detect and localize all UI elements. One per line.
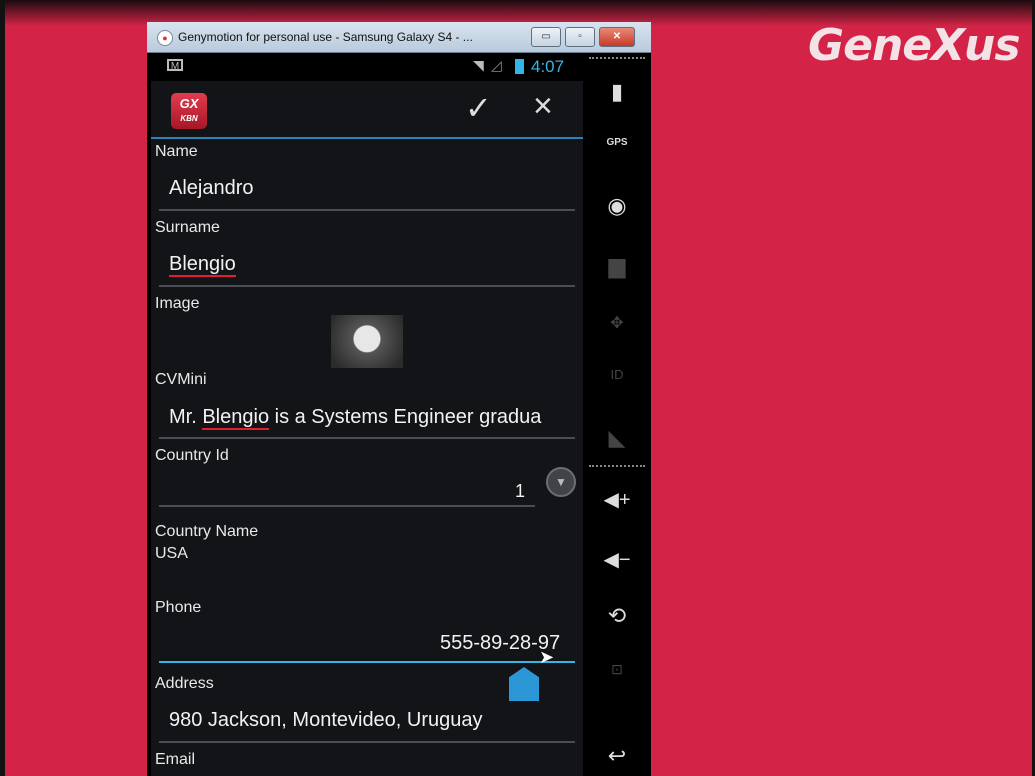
dropdown-arrow-icon[interactable]: ▼ [546,467,576,497]
id-tool-label: ID [610,367,624,382]
id-tool-icon[interactable]: ID [583,367,651,382]
surname-input[interactable]: Blengio [169,253,236,277]
phone-label: Phone [155,599,202,616]
dpad-tool-icon[interactable]: ✥ [583,313,651,333]
volume-up-icon[interactable]: ◀+ [583,487,651,512]
genymotion-icon: ● [157,30,173,46]
volume-down-icon[interactable]: ◀− [583,547,651,572]
app-icon-sub: KBN [180,114,198,123]
genexus-logo: GeneXus [808,20,1021,71]
status-time: 4:07 [531,57,565,76]
country-id-label: Country Id [155,447,229,464]
email-label: Email [155,751,196,768]
left-border [0,0,5,776]
name-input[interactable]: Alejandro [169,177,254,200]
signal-icon: ◿ [491,57,502,73]
camera-tool-icon[interactable]: ◉ [583,193,651,219]
profile-photo[interactable] [331,315,403,368]
phone-underline [159,661,575,663]
toolbar-divider [589,57,645,59]
gps-tool-label: GPS [606,137,628,148]
rotate-icon[interactable]: ⟲ [583,603,651,629]
window-title: Genymotion for personal use - Samsung Ga… [178,30,473,44]
status-bar: M ◥ ◿ 4:07 [151,53,583,81]
toolbar-divider-2 [589,465,645,467]
image-label: Image [155,295,200,312]
maximize-button[interactable]: ▫ [565,27,595,47]
mail-icon: M [167,59,183,72]
country-id-value[interactable]: 1 [515,481,525,502]
action-bar: GX KBN ✓ × [151,81,583,139]
address-underline [159,741,575,743]
address-label: Address [155,675,214,692]
cvmini-suffix: is a Systems Engineer gradua [269,406,542,428]
save-check-icon[interactable]: ✓ [465,89,492,127]
country-name-label: Country Name [155,523,259,540]
emulator-side-toolbar: ▮ GPS ◉ ▆ ✥ ID ◣ ◀+ ◀− ⟲ ⊡ ↩ [583,53,651,776]
video-tool-icon[interactable]: ▆ [583,253,651,279]
country-id-underline [159,505,535,507]
cvmini-underline [159,437,575,439]
surname-label: Surname [155,219,220,236]
wifi-icon: ◥ [473,57,484,73]
battery-icon [515,59,524,74]
country-name-value: USA [155,545,188,562]
cvmini-label: CVMini [155,371,207,388]
cvmini-prefix: Mr. [169,406,203,428]
cvmini-highlight: Blengio [202,406,270,430]
text-cursor-handle[interactable] [509,667,539,701]
address-input[interactable]: 980 Jackson, Montevideo, Uruguay [169,709,483,732]
back-icon[interactable]: ↩ [583,743,651,769]
battery-tool-icon[interactable]: ▮ [583,79,651,105]
window-titlebar: ● Genymotion for personal use - Samsung … [147,22,651,53]
name-underline [159,209,575,211]
emulator-window: ● Genymotion for personal use - Samsung … [147,22,651,776]
gps-tool-icon[interactable]: GPS [583,137,651,148]
mouse-pointer-icon: ➤ [539,647,555,667]
surname-underline [159,285,575,287]
minimize-button[interactable]: ▭ [531,27,561,47]
close-window-button[interactable]: ✕ [599,27,635,47]
rss-tool-icon[interactable]: ◣ [583,425,651,451]
scale-tool-icon[interactable]: ⊡ [583,661,651,678]
phone-screen: M ◥ ◿ 4:07 GX KBN ✓ × Name Alejandro Sur… [151,53,583,776]
app-icon-text: GX [179,96,199,111]
cancel-x-icon[interactable]: × [533,87,553,126]
surname-value: Blengio [169,253,236,277]
app-icon[interactable]: GX KBN [171,93,207,129]
cvmini-input[interactable]: Mr. Blengio is a Systems Engineer gradua [169,406,542,430]
name-label: Name [155,143,198,160]
